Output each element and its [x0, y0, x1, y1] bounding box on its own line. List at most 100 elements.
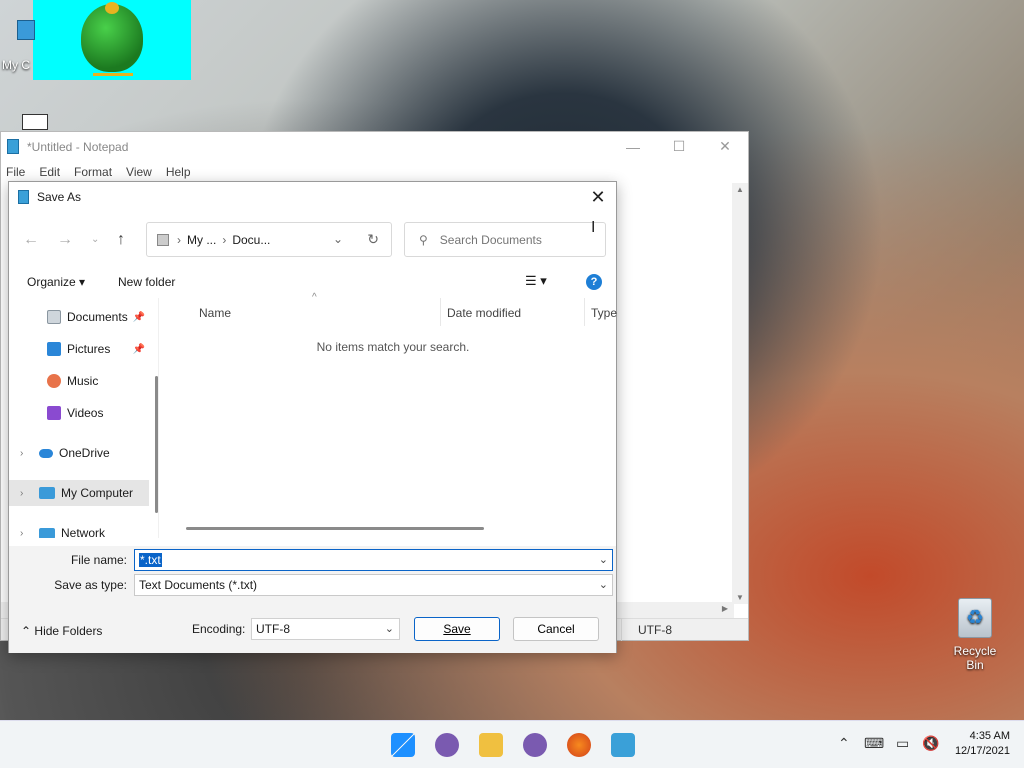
chevron-down-icon[interactable]: ⌄	[599, 550, 608, 570]
nav-item-label: Music	[67, 374, 99, 388]
empty-message: No items match your search.	[316, 340, 470, 354]
nav-item-my-computer[interactable]: › My Computer	[9, 480, 149, 506]
chevron-down-icon[interactable]: ⌄	[599, 575, 608, 595]
file-name-label: File name:	[70, 553, 127, 567]
breadcrumb-item[interactable]: Docu...	[232, 233, 270, 247]
help-icon[interactable]: ?	[586, 274, 602, 290]
sort-ascending-icon: ^	[312, 292, 317, 303]
refresh-icon[interactable]: ↻	[367, 231, 379, 248]
save-button[interactable]: Save	[414, 617, 500, 641]
forward-arrow-icon[interactable]: →	[57, 231, 73, 249]
nav-item-onedrive[interactable]: › OneDrive	[9, 440, 149, 466]
encoding-value: UTF-8	[256, 622, 290, 636]
nav-item-label: Videos	[67, 406, 104, 420]
close-button[interactable]: ✕	[702, 132, 748, 161]
desktop-icon-label: My C	[2, 58, 30, 72]
scroll-up-icon[interactable]: ▲	[736, 185, 744, 194]
desktop-icon-my-computer[interactable]: My C	[0, 20, 35, 72]
hide-folders-button[interactable]: ⌃ Hide Folders	[21, 624, 102, 638]
file-explorer-icon[interactable]	[479, 733, 503, 757]
app-icon[interactable]	[435, 733, 459, 757]
desktop-icon-recycle-bin[interactable]: ♻ Recycle Bin	[945, 598, 1005, 672]
pin-icon: 📌	[132, 311, 145, 323]
volume-muted-icon[interactable]: 🔇	[922, 735, 939, 752]
search-box[interactable]: ⚲	[404, 222, 606, 257]
chevron-right-icon[interactable]: ›	[20, 528, 23, 539]
menu-edit[interactable]: Edit	[39, 165, 60, 179]
network-icon[interactable]: ▭	[896, 735, 909, 752]
search-input[interactable]	[439, 232, 580, 247]
computer-icon	[17, 20, 35, 40]
organize-label: Organize	[27, 275, 76, 289]
scroll-right-icon[interactable]: ▶	[722, 604, 728, 613]
date: 12/17/2021	[954, 745, 1010, 757]
minimize-button[interactable]: —	[610, 132, 656, 161]
nav-pane-scrollbar[interactable]	[155, 376, 158, 513]
keyboard-icon[interactable]: ⌨	[864, 735, 884, 752]
scroll-down-icon[interactable]: ▼	[736, 593, 744, 602]
videos-icon	[47, 406, 61, 420]
close-icon[interactable]: ✕	[586, 186, 610, 208]
new-folder-button[interactable]: New folder	[118, 275, 175, 289]
encoding-select[interactable]: UTF-8 ⌄	[251, 618, 400, 640]
save-type-value: Text Documents (*.txt)	[139, 578, 258, 592]
cancel-button[interactable]: Cancel	[513, 617, 599, 641]
cloud-icon	[39, 448, 53, 458]
up-arrow-icon[interactable]: ↑	[117, 231, 125, 249]
address-bar[interactable]: › My ... › Docu... ⌄ ↻	[146, 222, 392, 257]
notepad-menubar: File Edit Format View Help	[1, 161, 748, 183]
clock[interactable]: 4:35 AM 12/17/2021	[955, 729, 1010, 759]
save-as-dialog: Save As ✕ ← → ⌄ ↑ › My ... › Docu... ⌄ ↻…	[8, 181, 617, 653]
chevron-up-icon: ⌃	[21, 624, 32, 638]
parrot-image	[33, 0, 191, 80]
nav-item-documents[interactable]: Documents 📌	[9, 304, 149, 330]
column-headers: ^ Name Date modified Type	[164, 292, 618, 326]
dialog-title: Save As	[37, 190, 82, 204]
encoding-label: Encoding:	[192, 622, 246, 636]
nav-item-videos[interactable]: Videos	[9, 400, 149, 426]
view-options-icon[interactable]: ☰ ▾	[525, 273, 547, 289]
notepad-icon[interactable]	[611, 733, 635, 757]
app-icon[interactable]	[523, 733, 547, 757]
nav-item-music[interactable]: Music	[9, 368, 149, 394]
nav-item-network[interactable]: › Network	[9, 520, 149, 538]
chevron-right-icon[interactable]: ›	[20, 448, 23, 459]
menu-file[interactable]: File	[6, 165, 25, 179]
computer-icon	[39, 487, 55, 499]
firefox-icon[interactable]	[567, 733, 591, 757]
maximize-button[interactable]: ☐	[656, 132, 702, 161]
column-header-type[interactable]: Type	[591, 306, 617, 320]
file-name-value: *.txt	[139, 553, 162, 567]
nav-item-pictures[interactable]: Pictures 📌	[9, 336, 149, 362]
menu-help[interactable]: Help	[166, 165, 191, 179]
navigation-pane: Documents 📌 Pictures 📌 Music Videos › On…	[9, 298, 159, 538]
menu-view[interactable]: View	[126, 165, 152, 179]
menu-format[interactable]: Format	[74, 165, 112, 179]
search-icon: ⚲	[419, 232, 428, 247]
chevron-right-icon[interactable]: ›	[20, 488, 23, 499]
save-type-row: Save as type: Text Documents (*.txt) ⌄	[9, 574, 616, 596]
status-encoding: UTF-8	[621, 619, 672, 641]
nav-item-label: Pictures	[67, 342, 111, 356]
column-header-date-modified[interactable]: Date modified	[447, 306, 521, 320]
nav-item-label: Network	[61, 526, 106, 538]
organize-button[interactable]: Organize ▾	[27, 275, 85, 289]
chevron-down-icon[interactable]: ⌄	[333, 232, 343, 246]
file-fields: File name: *.txt ⌄ Save as type: Text Do…	[9, 546, 616, 608]
back-arrow-icon[interactable]: ←	[23, 231, 39, 249]
notepad-vertical-scrollbar[interactable]: ▲ ▼	[732, 183, 748, 604]
breadcrumb-item[interactable]: My ...	[187, 233, 216, 247]
column-header-name[interactable]: Name	[199, 306, 231, 320]
file-name-field[interactable]: *.txt ⌄	[134, 549, 613, 571]
start-icon[interactable]	[391, 733, 415, 757]
nav-item-label: OneDrive	[59, 446, 110, 460]
text-cursor-icon: I	[591, 219, 596, 236]
nav-item-label: Documents	[67, 310, 128, 324]
save-type-select[interactable]: Text Documents (*.txt) ⌄	[134, 574, 613, 596]
recent-locations-chevron-icon[interactable]: ⌄	[91, 234, 99, 245]
file-list: ^ Name Date modified Type No items match…	[164, 292, 618, 530]
recycle-bin-label: Recycle Bin	[953, 644, 997, 672]
file-list-scrollbar[interactable]	[186, 527, 484, 530]
show-hidden-icons-chevron-icon[interactable]: ⌃	[838, 735, 850, 752]
file-name-row: File name: *.txt ⌄	[9, 549, 616, 571]
